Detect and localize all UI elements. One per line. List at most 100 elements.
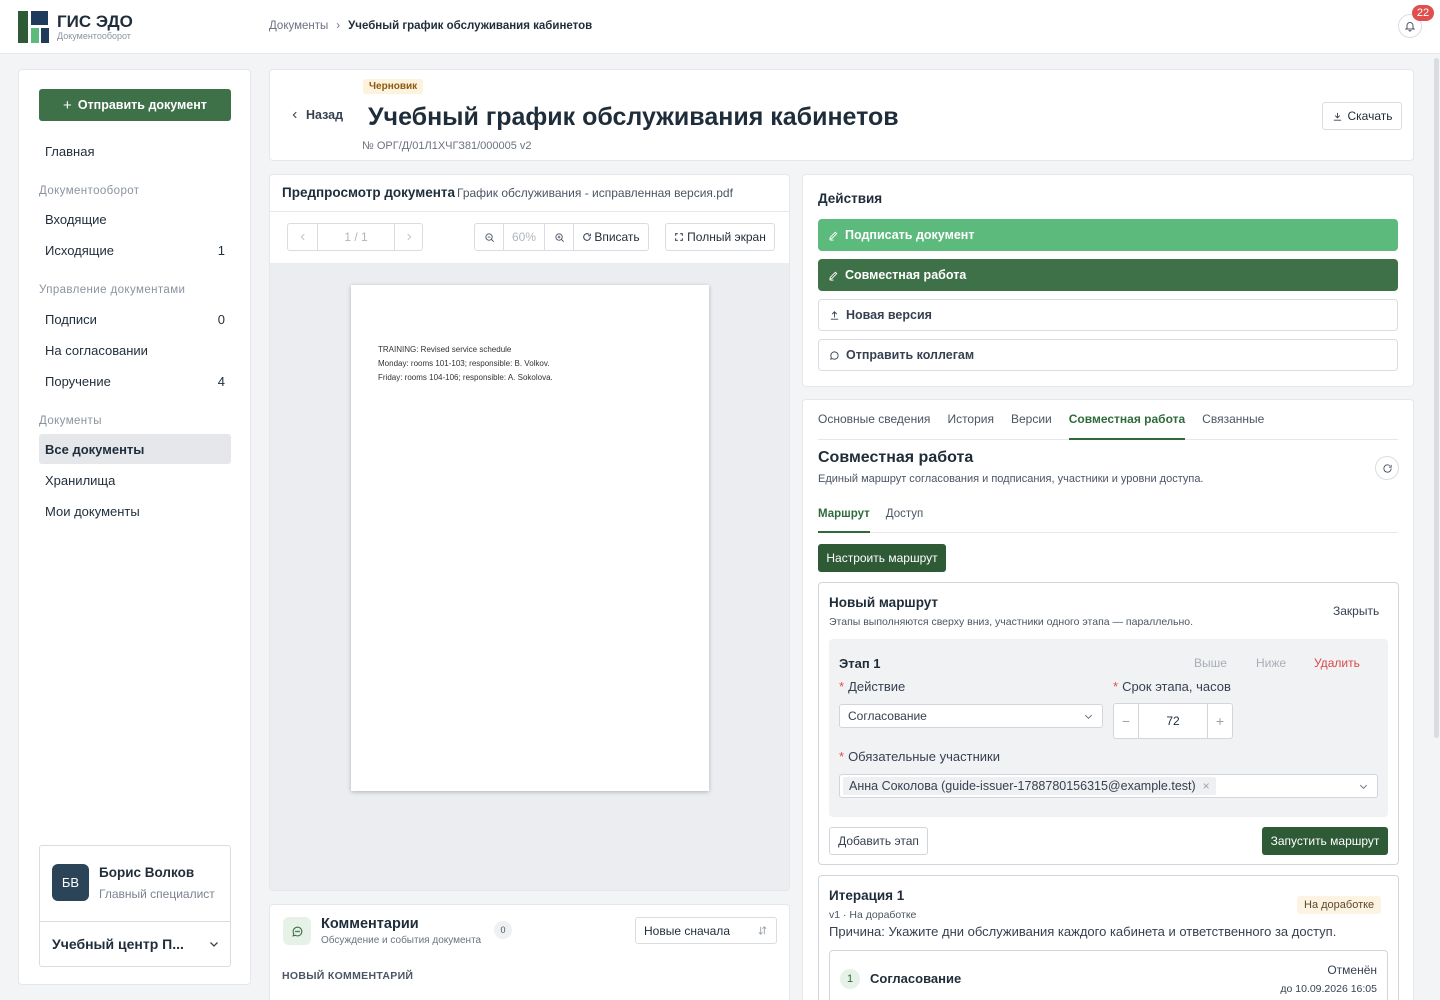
iteration-card: Итерация 1 v1 · На доработке Причина: Ук… xyxy=(818,875,1399,1000)
close-route-button[interactable]: Закрыть xyxy=(1333,604,1379,618)
remove-participant-icon[interactable]: × xyxy=(1203,779,1210,793)
zoom-out-icon xyxy=(484,232,494,242)
fit-button[interactable]: Вписать xyxy=(574,224,648,250)
upload-icon xyxy=(830,310,839,320)
bell-icon xyxy=(1404,22,1416,32)
prev-page-button[interactable] xyxy=(288,224,318,250)
sidebar-item-storages[interactable]: Хранилища xyxy=(39,465,231,495)
outgoing-count: 1 xyxy=(217,242,225,258)
back-button[interactable]: Назад xyxy=(290,108,343,122)
comment-icon xyxy=(283,917,311,945)
app-subtitle: Документооборот xyxy=(57,30,131,41)
signatures-count: 0 xyxy=(217,311,225,327)
breadcrumb: Документы › Учебный график обслуживания … xyxy=(269,20,592,32)
document-header: Черновик Назад Учебный график обслуживан… xyxy=(269,69,1414,161)
sign-document-button[interactable]: Подписать документ xyxy=(818,219,1398,251)
sidebar-item-label: Входящие xyxy=(45,211,107,227)
page-scrollbar[interactable] xyxy=(1434,58,1439,738)
sidebar-item-signatures[interactable]: Подписи 0 xyxy=(39,304,231,334)
document-preview: Предпросмотр документа График обслуживан… xyxy=(269,174,790,891)
increment-button[interactable]: + xyxy=(1208,704,1232,738)
sidebar-item-label: Главная xyxy=(45,143,95,159)
new-version-button[interactable]: Новая версия xyxy=(818,299,1398,331)
assignment-count: 4 xyxy=(217,373,225,389)
chevron-right-icon xyxy=(406,233,411,241)
status-badge: Черновик xyxy=(363,79,424,94)
sidebar-item-incoming[interactable]: Входящие xyxy=(39,204,231,234)
sidebar-item-outgoing[interactable]: Исходящие 1 xyxy=(39,235,231,265)
action-select-value: Согласование xyxy=(848,709,927,723)
delete-stage-button[interactable]: Удалить xyxy=(1314,656,1360,670)
sidebar-item-all-documents[interactable]: Все документы xyxy=(39,434,231,464)
move-up-button[interactable]: Выше xyxy=(1194,656,1227,670)
collaboration-button[interactable]: Совместная работа xyxy=(818,259,1398,291)
sidebar-item-label: Подписи xyxy=(45,311,97,327)
sidebar-item-label: На согласовании xyxy=(45,342,148,358)
pen-icon xyxy=(829,271,838,281)
participant-tag: Анна Соколова (guide-issuer-178878015631… xyxy=(843,777,1216,795)
sign-label: Подписать документ xyxy=(845,228,975,242)
sidebar-item-label: Хранилища xyxy=(45,472,116,488)
step-number: 1 xyxy=(840,969,860,989)
pen-icon xyxy=(829,231,838,241)
action-field-label: * Действие xyxy=(839,679,906,694)
page-line: Monday: rooms 101-103; responsible: B. V… xyxy=(378,359,550,368)
avatar[interactable]: БВ xyxy=(52,864,89,901)
send-to-colleagues-button[interactable]: Отправить коллегам xyxy=(818,339,1398,371)
sidebar-section-management: Управление документами xyxy=(39,284,186,296)
organization-selector[interactable]: Учебный центр П... xyxy=(52,936,220,952)
decrement-button[interactable]: − xyxy=(1114,704,1138,738)
participants-select[interactable]: Анна Соколова (guide-issuer-178878015631… xyxy=(839,774,1378,798)
zoom-out-button[interactable] xyxy=(475,224,504,250)
sidebar-item-home[interactable]: Главная xyxy=(39,136,231,166)
tab-versions[interactable]: Версии xyxy=(1011,400,1052,440)
participants-field-label: * Обязательные участники xyxy=(839,749,1000,764)
fullscreen-button[interactable]: Полный экран xyxy=(665,223,775,251)
subtab-access[interactable]: Доступ xyxy=(886,501,923,533)
app-title: ГИС ЭДО xyxy=(57,11,133,31)
page-indicator[interactable]: 1 / 1 xyxy=(318,224,394,250)
add-stage-button[interactable]: Добавить этап xyxy=(829,827,928,855)
zoom-in-button[interactable] xyxy=(545,224,574,250)
route-subtitle: Этапы выполняются сверху вниз, участники… xyxy=(829,616,1194,628)
comments-sort-select[interactable]: Новые сначала xyxy=(635,917,777,944)
chevron-down-icon xyxy=(1084,714,1093,719)
sort-icon xyxy=(758,926,767,935)
chevron-left-icon xyxy=(292,111,297,119)
iteration-step: 1 Согласование Отменён до 10.09.2026 16:… xyxy=(829,950,1388,1000)
action-select[interactable]: Согласование xyxy=(839,704,1103,728)
tab-history[interactable]: История xyxy=(947,400,994,440)
sidebar-item-approval[interactable]: На согласовании xyxy=(39,335,231,365)
run-route-button[interactable]: Запустить маршрут xyxy=(1262,827,1388,855)
tab-general[interactable]: Основные сведения xyxy=(818,400,930,440)
subtab-route[interactable]: Маршрут xyxy=(818,501,870,533)
divider xyxy=(40,921,230,922)
tab-collaboration[interactable]: Совместная работа xyxy=(1068,400,1186,440)
page-pager: 1 / 1 xyxy=(287,223,423,251)
zoom-toolbar: 60% Вписать xyxy=(474,223,649,251)
download-button[interactable]: Скачать xyxy=(1322,102,1402,130)
send-document-button[interactable]: + Отправить документ xyxy=(39,89,231,121)
sidebar-item-label: Мои документы xyxy=(45,503,140,519)
sidebar-item-assignment[interactable]: Поручение 4 xyxy=(39,366,231,396)
iteration-reason: Причина: Укажите дни обслуживания каждог… xyxy=(829,924,1337,939)
preview-heading: Предпросмотр документа xyxy=(282,185,456,200)
new-version-label: Новая версия xyxy=(846,308,932,322)
next-page-button[interactable] xyxy=(394,224,422,250)
fullscreen-label: Полный экран xyxy=(687,230,766,244)
configure-route-button[interactable]: Настроить маршрут xyxy=(818,544,946,572)
refresh-button[interactable] xyxy=(1375,456,1399,480)
new-comment-label: НОВЫЙ КОММЕНТАРИЙ xyxy=(282,970,414,982)
refresh-icon xyxy=(1382,463,1392,473)
notifications-badge: 22 xyxy=(1412,5,1434,21)
deadline-input[interactable]: 72 xyxy=(1138,704,1208,738)
sidebar-section-docflow: Документооборот xyxy=(39,185,140,197)
plus-icon: + xyxy=(63,96,72,114)
app-logo[interactable]: ГИС ЭДО Документооборот xyxy=(18,11,133,43)
move-down-button[interactable]: Ниже xyxy=(1256,656,1286,670)
breadcrumb-documents[interactable]: Документы xyxy=(269,20,328,32)
tab-related[interactable]: Связанные xyxy=(1202,400,1264,440)
preview-canvas: TRAINING: Revised service schedule Monda… xyxy=(270,263,789,890)
sidebar-item-label: Все документы xyxy=(45,441,145,457)
sidebar-item-my-documents[interactable]: Мои документы xyxy=(39,496,231,526)
